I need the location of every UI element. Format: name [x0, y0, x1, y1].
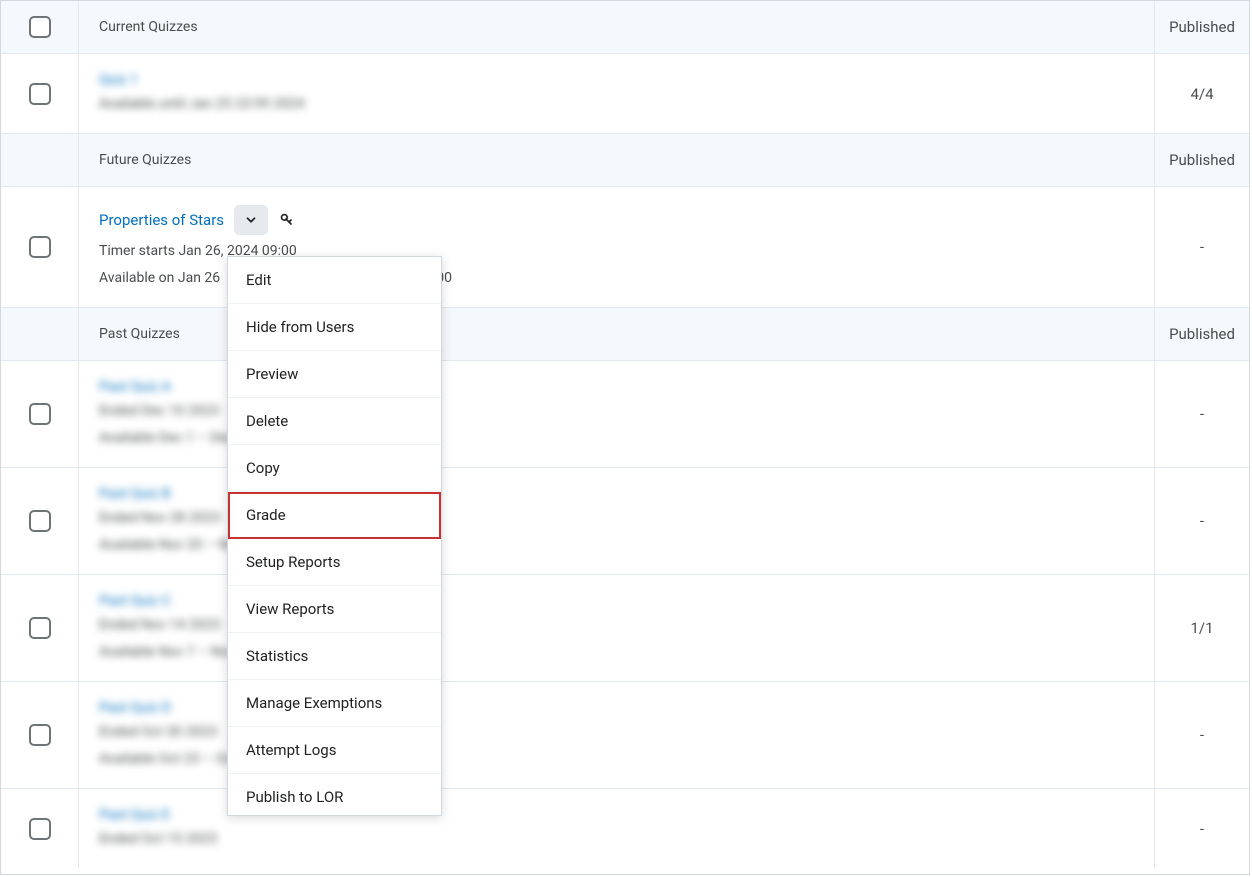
quiz-status: - — [1154, 468, 1249, 574]
quiz-title-row: Properties of Stars — [99, 205, 1134, 235]
menu-item-copy[interactable]: Copy — [228, 445, 441, 492]
section-header-future: Future Quizzes Published — [1, 134, 1249, 187]
quiz-cell: Quiz 1 Available until Jan 25 23:59 2024 — [79, 54, 1154, 133]
section-title-cell: Current Quizzes — [79, 1, 1154, 53]
menu-item-preview[interactable]: Preview — [228, 351, 441, 398]
quiz-row: Past Quiz BEnded Nov 28 2023Available No… — [1, 468, 1249, 575]
quiz-title-blurred[interactable]: Quiz 1 — [99, 72, 1134, 88]
quiz-row: Past Quiz CEnded Nov 14 2023Available No… — [1, 575, 1249, 682]
quiz-row: Past Quiz EEnded Oct 15 2023- — [1, 789, 1249, 868]
menu-item-hide-from-users[interactable]: Hide from Users — [228, 304, 441, 351]
menu-item-edit[interactable]: Edit — [228, 257, 441, 304]
select-all-current-checkbox[interactable] — [29, 16, 51, 38]
row-checkbox[interactable] — [29, 724, 51, 746]
section-header-current: Current Quizzes Published — [1, 1, 1249, 54]
quiz-status: - — [1154, 682, 1249, 788]
row-check-cell — [1, 789, 79, 868]
menu-item-view-reports[interactable]: View Reports — [228, 586, 441, 633]
menu-scroll-area[interactable]: EditHide from UsersPreviewDeleteCopyGrad… — [228, 257, 441, 815]
menu-item-delete[interactable]: Delete — [228, 398, 441, 445]
quiz-status: 4/4 — [1154, 54, 1249, 133]
section-check-spacer — [1, 134, 79, 186]
section-right-label: Published — [1154, 134, 1249, 186]
quiz-status: 1/1 — [1154, 575, 1249, 681]
row-checkbox[interactable] — [29, 403, 51, 425]
quiz-row-properties-of-stars: Properties of Stars Timer starts Jan 26,… — [1, 187, 1249, 308]
menu-item-statistics[interactable]: Statistics — [228, 633, 441, 680]
quiz-row: Past Quiz DEnded Oct 30 2023Available Oc… — [1, 682, 1249, 789]
quiz-title-link[interactable]: Properties of Stars — [99, 211, 224, 229]
row-check-cell — [1, 575, 79, 681]
menu-item-manage-exemptions[interactable]: Manage Exemptions — [228, 680, 441, 727]
quiz-row: Quiz 1 Available until Jan 25 23:59 2024… — [1, 54, 1249, 134]
row-checkbox[interactable] — [29, 83, 51, 105]
menu-item-publish-to-lor[interactable]: Publish to LOR — [228, 774, 441, 815]
row-check-cell — [1, 682, 79, 788]
quiz-table: Current Quizzes Published Quiz 1 Availab… — [0, 0, 1250, 875]
row-checkbox[interactable] — [29, 236, 51, 258]
quiz-actions-menu: EditHide from UsersPreviewDeleteCopyGrad… — [227, 256, 442, 816]
row-checkbox[interactable] — [29, 510, 51, 532]
quiz-subtext-blurred: Available until Jan 25 23:59 2024 — [99, 94, 1134, 115]
quiz-subtext-blurred: Ended Oct 15 2023 — [99, 829, 1134, 850]
chevron-down-icon — [244, 213, 258, 227]
section-title: Current Quizzes — [99, 19, 1134, 35]
menu-item-attempt-logs[interactable]: Attempt Logs — [228, 727, 441, 774]
quiz-status: - — [1154, 789, 1249, 868]
quiz-actions-dropdown-button[interactable] — [234, 205, 268, 235]
section-right-label: Published — [1154, 308, 1249, 360]
row-check-cell — [1, 187, 79, 307]
availability-prefix: Available on Jan 26 — [99, 270, 220, 286]
quiz-row: Past Quiz AEnded Dec 10 2023Available De… — [1, 361, 1249, 468]
row-checkbox[interactable] — [29, 617, 51, 639]
select-all-current-cell — [1, 1, 79, 53]
row-checkbox[interactable] — [29, 818, 51, 840]
row-check-cell — [1, 54, 79, 133]
row-check-cell — [1, 468, 79, 574]
key-icon — [278, 211, 296, 229]
menu-item-setup-reports[interactable]: Setup Reports — [228, 539, 441, 586]
menu-item-grade[interactable]: Grade — [228, 492, 441, 539]
section-title: Future Quizzes — [99, 152, 1134, 168]
quiz-status: - — [1154, 361, 1249, 467]
quiz-status: - — [1154, 187, 1249, 307]
section-title-cell: Future Quizzes — [79, 134, 1154, 186]
section-check-spacer — [1, 308, 79, 360]
section-right-label: Published — [1154, 1, 1249, 53]
row-check-cell — [1, 361, 79, 467]
section-header-past: Past Quizzes Published — [1, 308, 1249, 361]
